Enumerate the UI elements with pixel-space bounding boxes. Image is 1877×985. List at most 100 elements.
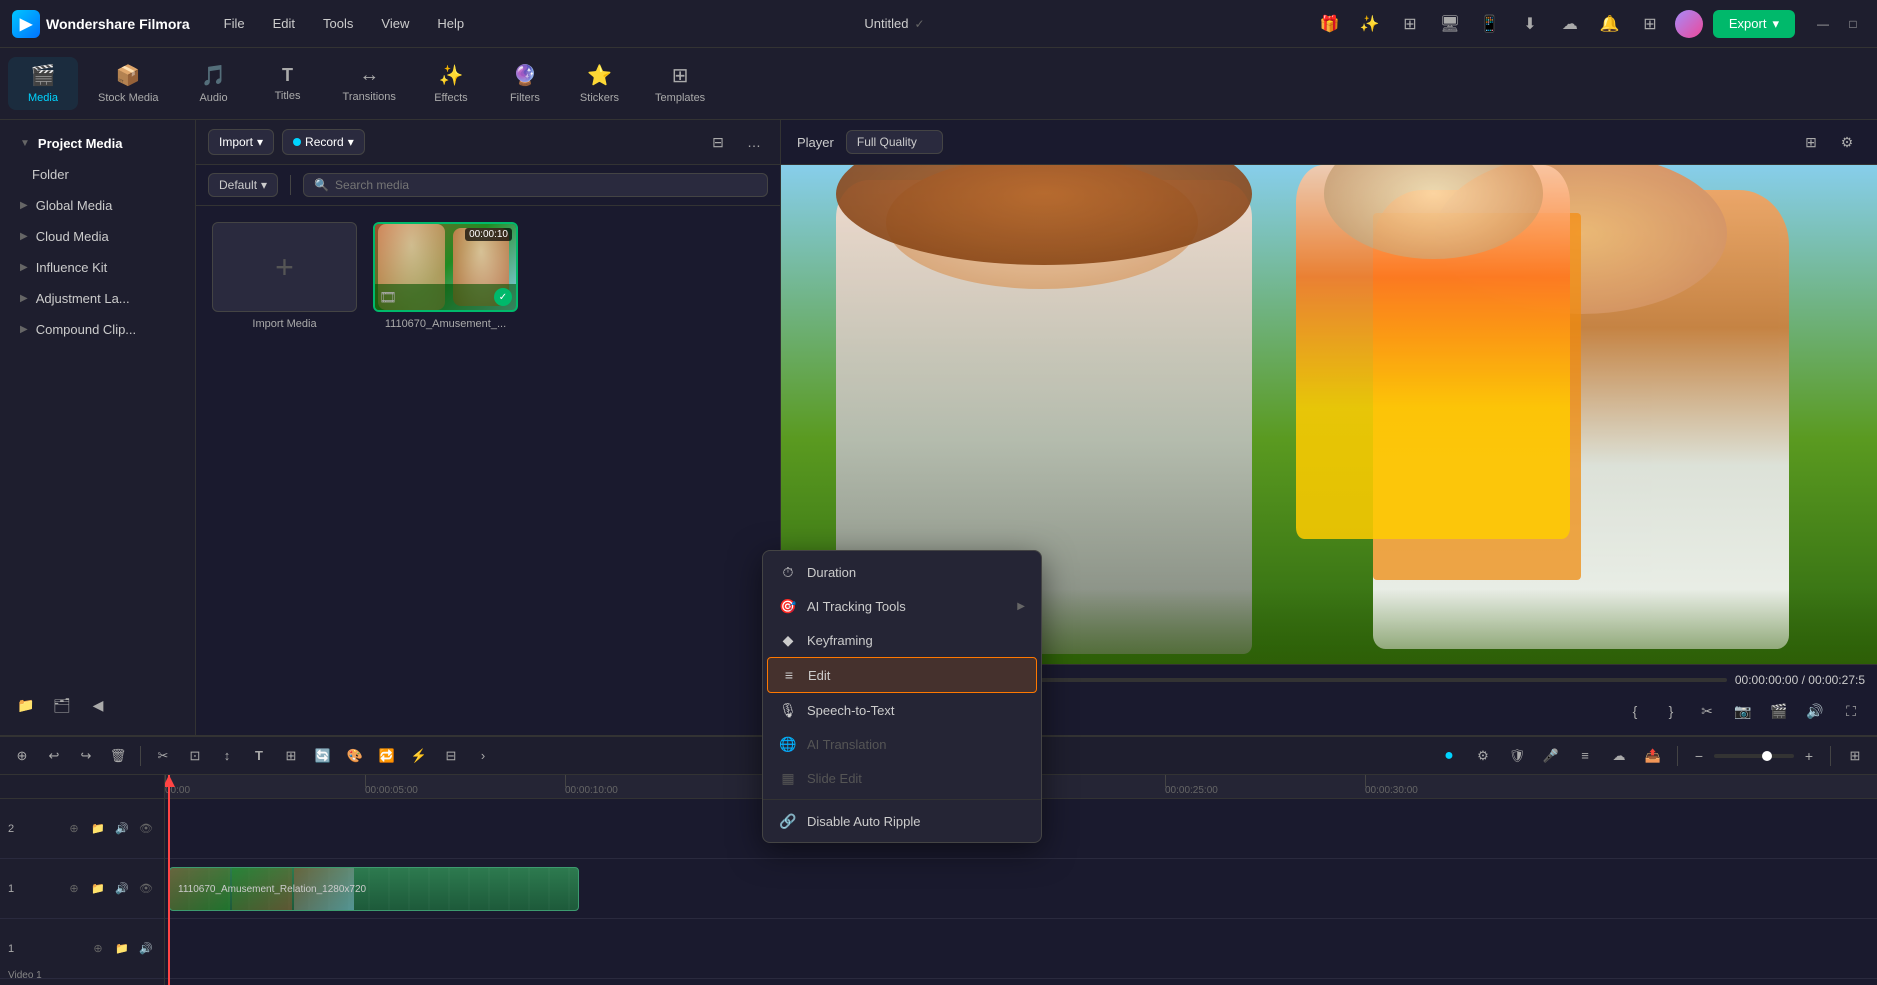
- more-options-icon[interactable]: …: [740, 128, 768, 156]
- notification-icon[interactable]: 🔔: [1595, 9, 1625, 39]
- track-2-add-icon[interactable]: ⊕: [64, 819, 84, 839]
- tab-media[interactable]: 🎬 Media: [8, 57, 78, 110]
- ctx-speech-to-text[interactable]: 🎙 Speech-to-Text: [763, 693, 1041, 727]
- camera-button[interactable]: 🎬: [1765, 697, 1793, 725]
- filter-icon[interactable]: ⊟: [704, 128, 732, 156]
- search-input[interactable]: [335, 178, 757, 192]
- menu-file[interactable]: File: [214, 12, 255, 35]
- sidebar-item-global-media[interactable]: ▶ Global Media: [4, 190, 191, 221]
- grid-icon[interactable]: ⊞: [1635, 9, 1665, 39]
- crop-btn[interactable]: ↕: [213, 742, 241, 770]
- minimize-button[interactable]: —: [1811, 12, 1835, 36]
- collapse-sidebar-icon[interactable]: ◀: [84, 691, 112, 719]
- player-settings-icon[interactable]: ⚙: [1833, 128, 1861, 156]
- redo-btn[interactable]: ↪: [72, 742, 100, 770]
- settings-btn[interactable]: ⚙: [1469, 742, 1497, 770]
- zoom-slider[interactable]: [1714, 754, 1794, 758]
- sidebar-item-influence-kit[interactable]: ▶ Influence Kit: [4, 252, 191, 283]
- ctx-duration[interactable]: ⏱ Duration: [763, 555, 1041, 589]
- sidebar-item-cloud-media[interactable]: ▶ Cloud Media: [4, 221, 191, 252]
- rotate-btn[interactable]: 🔄: [309, 742, 337, 770]
- menu-edit[interactable]: Edit: [263, 12, 305, 35]
- tab-transitions[interactable]: ↔ Transitions: [327, 58, 412, 109]
- split-btn[interactable]: ⊡: [181, 742, 209, 770]
- import-button[interactable]: Import ▾: [208, 129, 274, 155]
- tab-stock-media[interactable]: 📦 Stock Media: [82, 57, 175, 110]
- audio-add-icon[interactable]: ⊕: [88, 939, 108, 959]
- trim-button[interactable]: ✂: [1693, 697, 1721, 725]
- zoom-in-btn[interactable]: +: [1798, 745, 1820, 767]
- quality-select[interactable]: Full Quality: [846, 130, 943, 154]
- loop-btn[interactable]: 🔁: [373, 742, 401, 770]
- record-button[interactable]: Record ▾: [282, 129, 365, 155]
- track-2-audio-icon[interactable]: 🔊: [112, 819, 132, 839]
- sidebar-item-adjustment-layer[interactable]: ▶ Adjustment La...: [4, 283, 191, 314]
- cloud-icon[interactable]: ☁: [1555, 9, 1585, 39]
- color-btn[interactable]: 🎨: [341, 742, 369, 770]
- cut-btn[interactable]: ✂: [149, 742, 177, 770]
- gift-icon[interactable]: 🎁: [1315, 9, 1345, 39]
- sidebar-item-compound-clip[interactable]: ▶ Compound Clip...: [4, 314, 191, 345]
- view-toggle-btn[interactable]: ⊞: [1841, 742, 1869, 770]
- zoom-out-btn[interactable]: −: [1688, 745, 1710, 767]
- audio-mute-icon[interactable]: 🔊: [136, 939, 156, 959]
- more-btn[interactable]: ›: [469, 742, 497, 770]
- effects-icon[interactable]: ✨: [1355, 9, 1385, 39]
- menu-view[interactable]: View: [371, 12, 419, 35]
- text-btn[interactable]: T: [245, 742, 273, 770]
- screen-icon[interactable]: 🖥: [1435, 9, 1465, 39]
- import-media-thumb[interactable]: +: [212, 222, 357, 312]
- track-1-audio-icon[interactable]: 🔊: [112, 879, 132, 899]
- folder-icon[interactable]: 🗂: [48, 691, 76, 719]
- timeline-filter-btn[interactable]: ≡: [1571, 742, 1599, 770]
- mark-out-button[interactable]: }: [1657, 697, 1685, 725]
- track-2-eye-icon[interactable]: 👁: [136, 819, 156, 839]
- green-circle-btn[interactable]: ●: [1435, 742, 1463, 770]
- volume-button[interactable]: 🔊: [1801, 697, 1829, 725]
- tab-filters[interactable]: 🔮 Filters: [490, 57, 560, 110]
- ctx-ai-tracking[interactable]: 🎯 AI Tracking Tools ▶: [763, 589, 1041, 623]
- ctx-disable-ripple[interactable]: 🔗 Disable Auto Ripple: [763, 804, 1041, 838]
- tab-stickers[interactable]: ⭐ Stickers: [564, 57, 635, 110]
- track-1-eye-icon[interactable]: 👁: [136, 879, 156, 899]
- ctx-keyframing[interactable]: ◆ Keyframing: [763, 623, 1041, 657]
- video1-thumb[interactable]: 00:00:10 🎞 ✓: [373, 222, 518, 312]
- mic-btn[interactable]: 🎤: [1537, 742, 1565, 770]
- layout-btn[interactable]: ⊞: [277, 742, 305, 770]
- tab-effects[interactable]: ✨ Effects: [416, 57, 486, 110]
- track-2-folder-icon[interactable]: 📁: [88, 819, 108, 839]
- tab-audio[interactable]: 🎵 Audio: [179, 57, 249, 110]
- ai-btn[interactable]: ⚡: [405, 742, 433, 770]
- phone-icon[interactable]: 📱: [1475, 9, 1505, 39]
- grid-btn[interactable]: ⊟: [437, 742, 465, 770]
- sidebar-item-folder[interactable]: Folder: [0, 159, 195, 190]
- shield-btn[interactable]: 🛡: [1503, 742, 1531, 770]
- export-timeline-btn[interactable]: 📤: [1639, 742, 1667, 770]
- delete-btn[interactable]: 🗑: [104, 742, 132, 770]
- fullscreen-button[interactable]: ⛶: [1837, 697, 1865, 725]
- import-media-item[interactable]: + Import Media: [212, 222, 357, 330]
- audio-folder-icon[interactable]: 📁: [112, 939, 132, 959]
- sidebar-item-project-media[interactable]: ▼ Project Media: [4, 128, 191, 159]
- media-item-video1[interactable]: 00:00:10 🎞 ✓ 1110670_Amusement_...: [373, 222, 518, 330]
- player-grid-icon[interactable]: ⊞: [1797, 128, 1825, 156]
- screenshot-button[interactable]: 📷: [1729, 697, 1757, 725]
- maximize-button[interactable]: □: [1841, 12, 1865, 36]
- tab-templates[interactable]: ⊞ Templates: [639, 57, 721, 110]
- cloud-sync-btn[interactable]: ☁: [1605, 742, 1633, 770]
- add-track-btn[interactable]: ⊕: [8, 742, 36, 770]
- new-folder-icon[interactable]: 📁: [12, 691, 40, 719]
- menu-tools[interactable]: Tools: [313, 12, 363, 35]
- download-icon[interactable]: ⬇: [1515, 9, 1545, 39]
- undo-btn[interactable]: ↩: [40, 742, 68, 770]
- track-1-folder-icon[interactable]: 📁: [88, 879, 108, 899]
- default-button[interactable]: Default ▾: [208, 173, 278, 197]
- tab-titles[interactable]: T Titles: [253, 59, 323, 108]
- menu-help[interactable]: Help: [427, 12, 474, 35]
- export-button[interactable]: Export ▾: [1713, 10, 1795, 38]
- video-clip[interactable]: 1110670_Amusement_Relation_1280x720: [169, 867, 579, 911]
- track-1-add-icon[interactable]: ⊕: [64, 879, 84, 899]
- ctx-edit[interactable]: ≡ Edit: [767, 657, 1037, 693]
- media-icon[interactable]: ⊞: [1395, 9, 1425, 39]
- zoom-slider-thumb[interactable]: [1762, 751, 1772, 761]
